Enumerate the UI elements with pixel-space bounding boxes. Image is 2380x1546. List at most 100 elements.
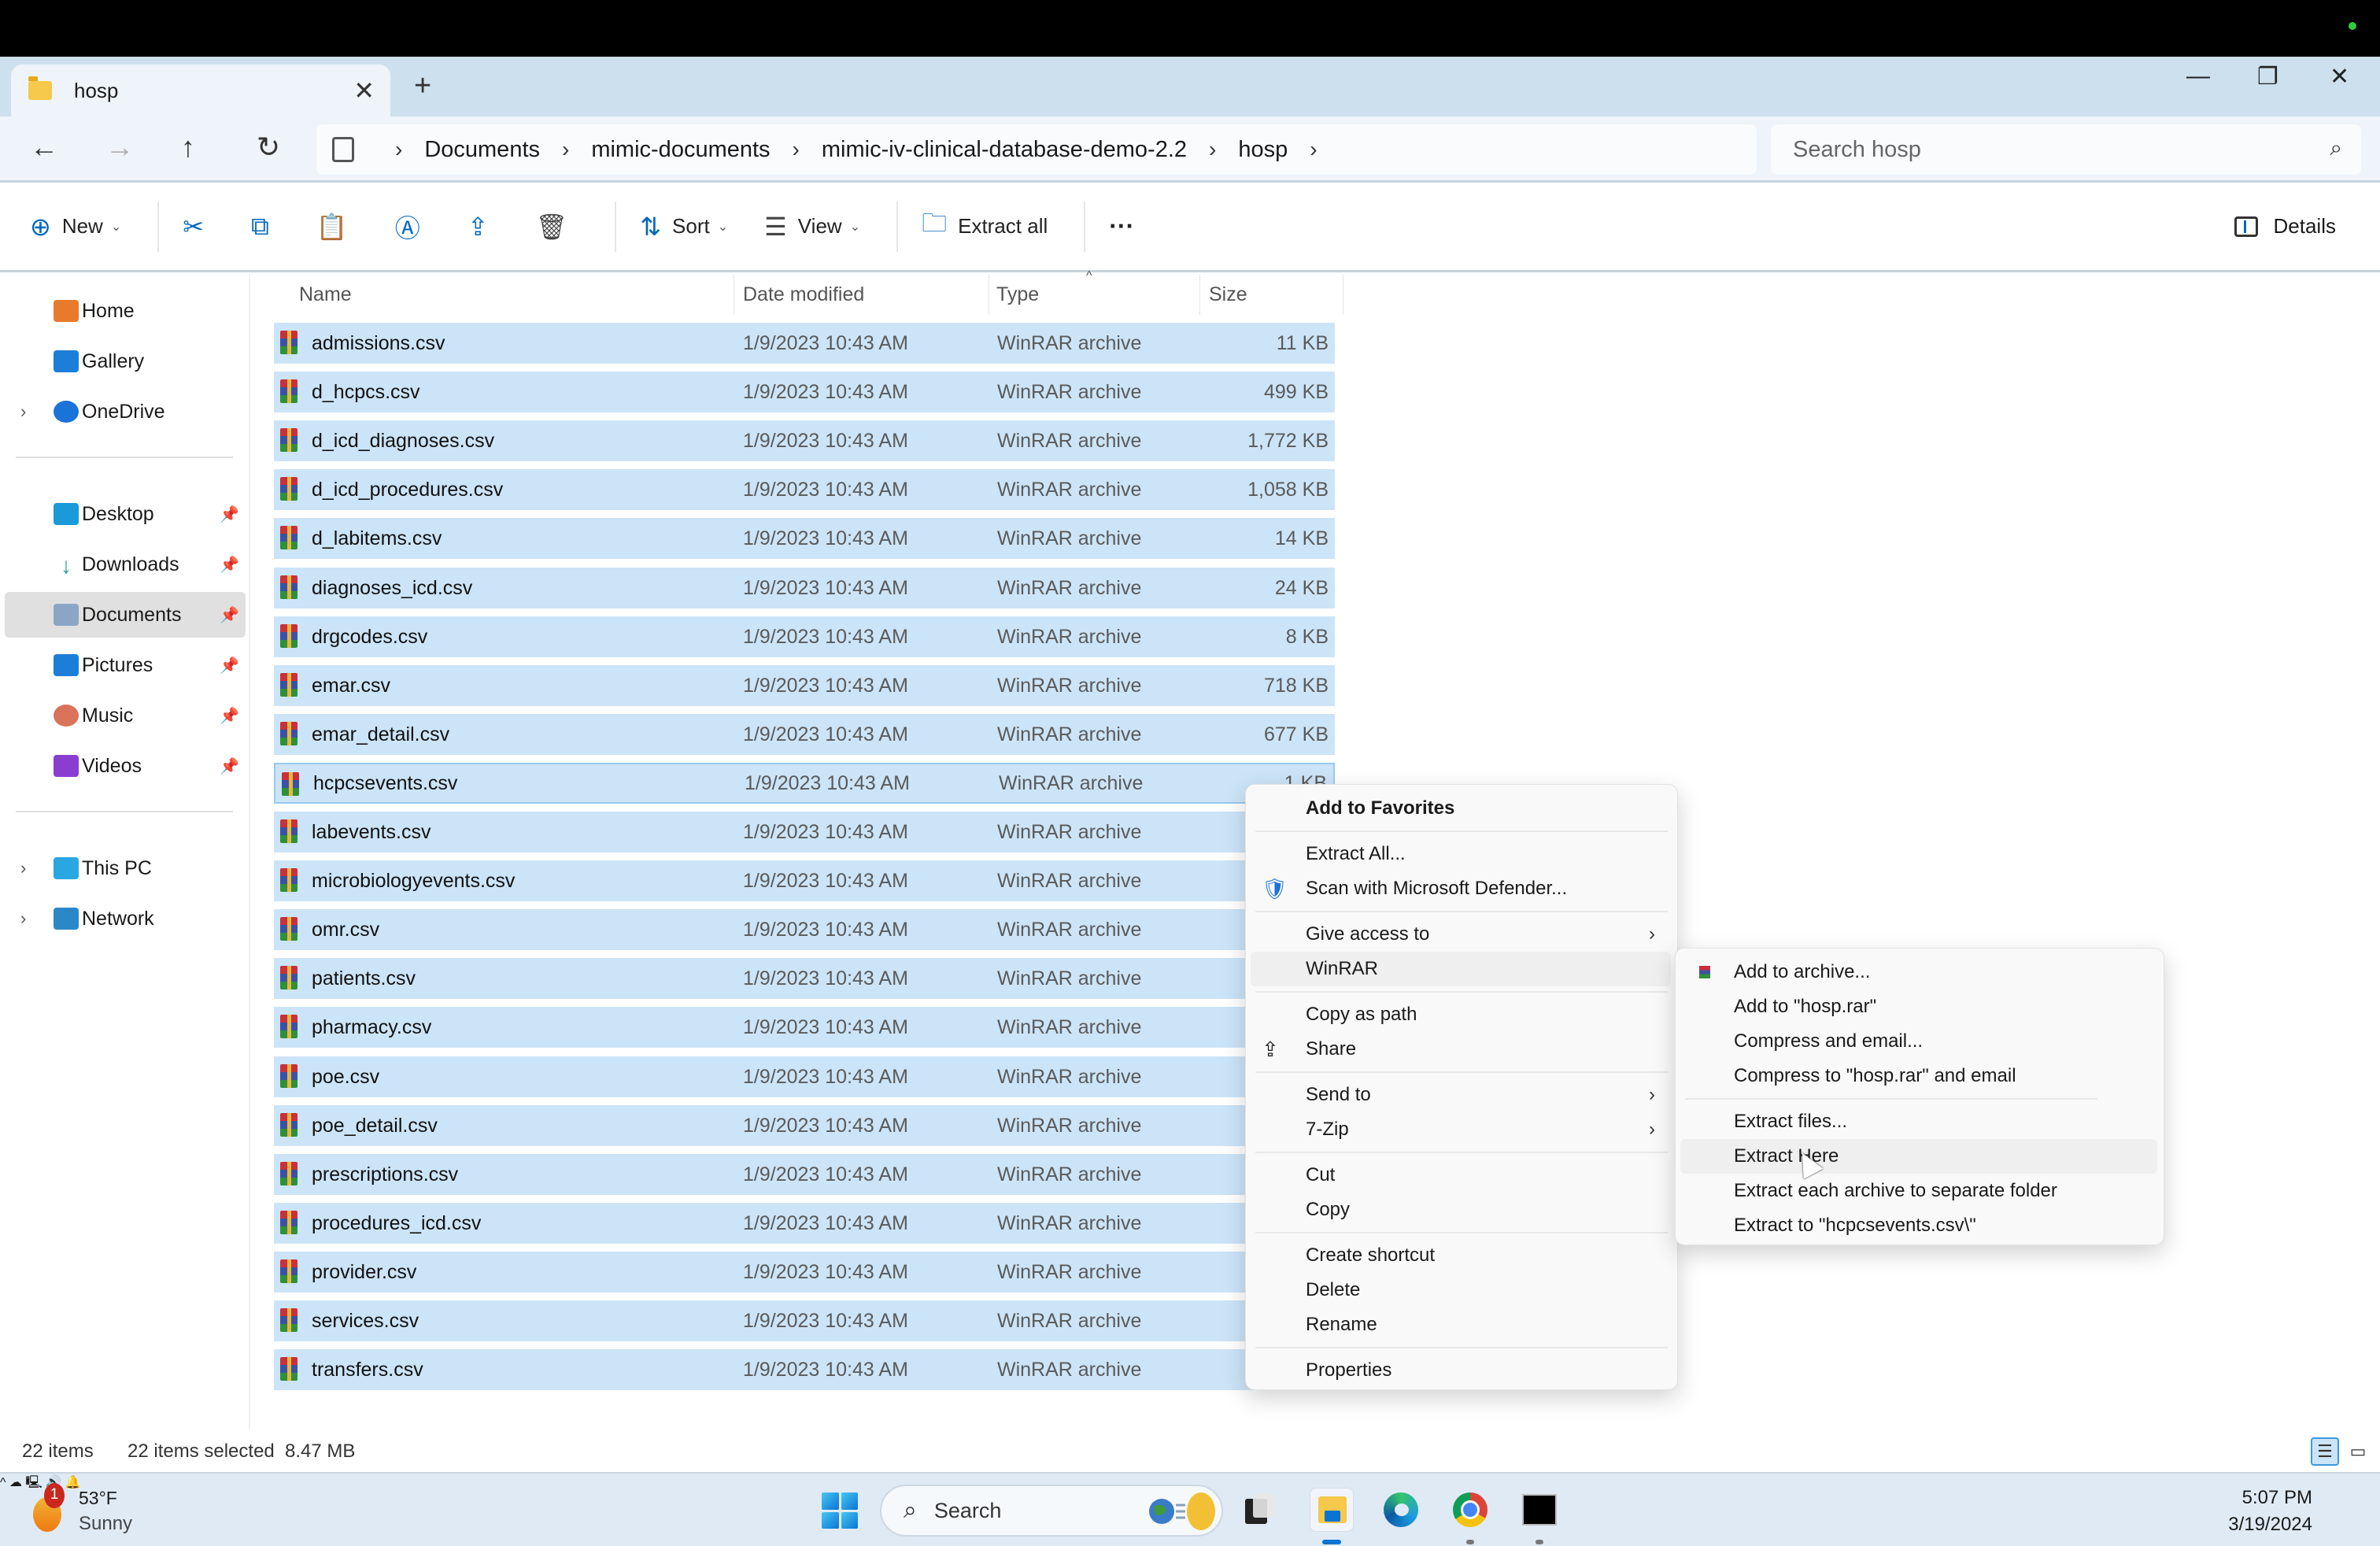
sidebar-item-documents[interactable]: Documents 📌: [5, 592, 246, 638]
view-button[interactable]: ☰ View ⌄: [764, 212, 860, 242]
task-view-icon[interactable]: [1237, 1488, 1281, 1532]
column-type[interactable]: Type: [996, 283, 1039, 306]
menu-item-copy-as-path[interactable]: Copy as path: [1251, 997, 1671, 1032]
menu-item-send-to[interactable]: Send to ›: [1251, 1078, 1671, 1112]
breadcrumb-item[interactable]: hosp: [1238, 137, 1288, 163]
file-row[interactable]: omr.csv 1/9/2023 10:43 AM WinRAR archive: [274, 909, 1335, 950]
paste-button[interactable]: 📋: [316, 212, 359, 242]
breadcrumb[interactable]: › Documents › mimic-documents › mimic-iv…: [316, 124, 1757, 175]
plus-icon[interactable]: +: [414, 69, 431, 103]
minimize-icon[interactable]: —: [2186, 63, 2210, 90]
details-view-icon[interactable]: ☰: [2311, 1437, 2339, 1466]
search-input[interactable]: Search hosp ⌕: [1771, 124, 2361, 175]
chevron-right-icon[interactable]: ›: [1310, 137, 1317, 162]
sidebar-item-onedrive[interactable]: › OneDrive: [5, 389, 246, 435]
network-icon[interactable]: 🖳: [25, 1476, 42, 1489]
pin-icon[interactable]: 📌: [220, 706, 239, 726]
file-row[interactable]: poe.csv 1/9/2023 10:43 AM WinRAR archive: [274, 1056, 1335, 1097]
menu-item-share[interactable]: ⇪ Share: [1251, 1032, 1671, 1067]
column-name[interactable]: Name: [299, 283, 352, 306]
menu-item-compress-and-email[interactable]: Compress and email...: [1680, 1024, 2157, 1059]
file-row[interactable]: admissions.csv 1/9/2023 10:43 AM WinRAR ar…: [274, 323, 1335, 364]
file-row[interactable]: drgcodes.csv 1/9/2023 10:43 AM WinRAR arch…: [274, 616, 1335, 657]
sidebar-item-gallery[interactable]: Gallery: [5, 338, 246, 384]
menu-item-properties[interactable]: Properties: [1251, 1353, 1671, 1388]
menu-item-scan-with-microsoft-defender[interactable]: 🛡 Scan with Microsoft Defender...: [1251, 871, 1671, 906]
sort-button[interactable]: ⇅ Sort ⌄: [640, 212, 728, 242]
menu-item-7-zip[interactable]: 7-Zip ›: [1251, 1112, 1671, 1147]
file-row[interactable]: poe_detail.csv 1/9/2023 10:43 AM WinRAR ar…: [274, 1105, 1335, 1146]
file-row[interactable]: procedures_icd.csv 1/9/2023 10:43 AM WinRA…: [274, 1203, 1335, 1244]
menu-item-extract-here[interactable]: Extract Here: [1680, 1139, 2157, 1174]
file-row[interactable]: diagnoses_icd.csv 1/9/2023 10:43 AM WinRAR…: [274, 568, 1335, 608]
column-divider[interactable]: [1199, 274, 1200, 315]
refresh-icon[interactable]: ↻: [257, 131, 280, 164]
sidebar-item-this-pc[interactable]: › This PC: [5, 845, 246, 891]
sidebar-item-pictures[interactable]: Pictures 📌: [5, 642, 246, 688]
file-row[interactable]: patients.csv 1/9/2023 10:43 AM WinRAR arch…: [274, 958, 1335, 999]
close-tab-icon[interactable]: ✕: [353, 76, 375, 105]
sidebar-item-downloads[interactable]: ↓ Downloads 📌: [5, 542, 246, 587]
menu-item-extract-all[interactable]: Extract All...: [1251, 837, 1671, 871]
chevron-right-icon[interactable]: ›: [20, 401, 26, 422]
copy-button[interactable]: ⧉: [251, 212, 280, 242]
details-button[interactable]: Details: [2234, 214, 2336, 239]
extract-all-button[interactable]: 🗀 Extract all: [922, 205, 1048, 248]
cut-button[interactable]: ✂: [183, 212, 215, 242]
chevron-right-icon[interactable]: ›: [562, 137, 569, 162]
breadcrumb-item[interactable]: mimic-documents: [591, 137, 770, 163]
close-icon[interactable]: ✕: [2330, 63, 2349, 91]
sidebar-item-home[interactable]: Home: [5, 288, 246, 334]
chrome-icon[interactable]: [1448, 1488, 1492, 1532]
sidebar-item-network[interactable]: › Network: [5, 896, 246, 941]
back-arrow-icon[interactable]: ←: [30, 131, 58, 164]
menu-item-give-access-to[interactable]: Give access to ›: [1251, 917, 1671, 952]
file-row[interactable]: provider.csv 1/9/2023 10:43 AM WinRAR arch…: [274, 1252, 1335, 1293]
terminal-icon[interactable]: [1517, 1488, 1561, 1532]
file-row[interactable]: emar_detail.csv 1/9/2023 10:43 AM WinRAR a…: [274, 714, 1335, 755]
pin-icon[interactable]: 📌: [220, 505, 239, 524]
breadcrumb-item[interactable]: Documents: [424, 137, 540, 163]
tiles-view-icon[interactable]: ▭: [2344, 1437, 2372, 1466]
file-row[interactable]: hcpcsevents.csv 1/9/2023 10:43 AM WinRAR a…: [274, 763, 1335, 804]
file-row[interactable]: d_icd_diagnoses.csv 1/9/2023 10:43 AM WinR…: [274, 420, 1335, 461]
file-row[interactable]: prescriptions.csv 1/9/2023 10:43 AM WinRAR…: [274, 1154, 1335, 1195]
clock[interactable]: 5:07 PM 3/19/2024: [2228, 1485, 2312, 1538]
file-row[interactable]: transfers.csv 1/9/2023 10:43 AM WinRAR arc…: [274, 1349, 1335, 1390]
sidebar-item-videos[interactable]: Videos 📌: [5, 743, 246, 789]
show-hidden-icons-icon[interactable]: ^: [0, 1476, 6, 1489]
up-arrow-icon[interactable]: ↑: [181, 131, 195, 164]
edge-icon[interactable]: [1379, 1488, 1423, 1532]
menu-item-add-to-hosp-rar[interactable]: Add to "hosp.rar": [1680, 989, 2157, 1024]
menu-item-extract-to-hcpcsevents-csv[interactable]: Extract to "hcpcsevents.csv\": [1680, 1208, 2157, 1243]
breadcrumb-item[interactable]: mimic-iv-clinical-database-demo-2.2: [822, 137, 1187, 163]
start-button[interactable]: [822, 1492, 858, 1529]
file-row[interactable]: d_labitems.csv 1/9/2023 10:43 AM WinRAR ar…: [274, 518, 1335, 559]
restore-icon[interactable]: ❐: [2257, 63, 2278, 91]
column-size[interactable]: Size: [1209, 283, 1247, 306]
file-row[interactable]: pharmacy.csv 1/9/2023 10:43 AM WinRAR arch…: [274, 1007, 1335, 1048]
delete-button[interactable]: 🗑: [536, 212, 579, 242]
file-row[interactable]: microbiologyevents.csv 1/9/2023 10:43 AM W…: [274, 860, 1335, 901]
menu-item-add-to-favorites[interactable]: Add to Favorites: [1251, 791, 1671, 826]
rename-button[interactable]: Ⓐ: [395, 209, 431, 245]
file-explorer-icon[interactable]: [1310, 1488, 1354, 1532]
share-button[interactable]: ⇪: [468, 212, 500, 242]
onedrive-offline-icon[interactable]: ☁: [9, 1476, 22, 1489]
file-row[interactable]: services.csv 1/9/2023 10:43 AM WinRAR arch…: [274, 1300, 1335, 1341]
chevron-right-icon[interactable]: ›: [1209, 137, 1216, 162]
pin-icon[interactable]: 📌: [220, 555, 239, 575]
chevron-right-icon[interactable]: ›: [395, 137, 402, 162]
chevron-right-icon[interactable]: ›: [20, 858, 26, 878]
menu-item-copy[interactable]: Copy: [1251, 1193, 1671, 1227]
pin-icon[interactable]: 📌: [220, 605, 239, 625]
forward-arrow-icon[interactable]: →: [105, 131, 134, 164]
more-options-button[interactable]: ···: [1109, 212, 1134, 241]
file-row[interactable]: labevents.csv 1/9/2023 10:43 AM WinRAR arc…: [274, 812, 1335, 853]
new-button[interactable]: ⊕ New ⌄: [30, 212, 121, 242]
sidebar-item-desktop[interactable]: Desktop 📌: [5, 491, 246, 537]
sidebar-item-music[interactable]: Music 📌: [5, 693, 246, 738]
menu-item-delete[interactable]: Delete: [1251, 1273, 1671, 1307]
tab-hosp[interactable]: hosp ✕: [11, 65, 390, 117]
menu-item-compress-to-hosp-rar-and-email[interactable]: Compress to "hosp.rar" and email: [1680, 1059, 2157, 1093]
